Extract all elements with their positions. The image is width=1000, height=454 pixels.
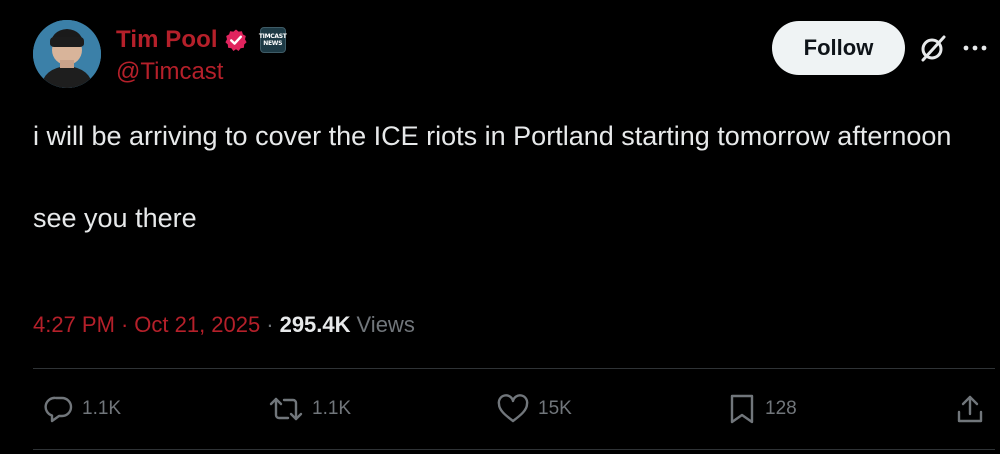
like-button[interactable]: 15K	[496, 391, 572, 427]
tweet-date[interactable]: Oct 21, 2025	[134, 312, 260, 338]
reply-button[interactable]: 1.1K	[44, 391, 121, 427]
more-icon[interactable]	[962, 44, 988, 52]
name-row: Tim Pool TIMCAST NEWS	[116, 24, 287, 56]
affiliate-badge-line2: NEWS	[263, 40, 283, 47]
avatar-image	[33, 20, 101, 88]
divider-top	[33, 368, 995, 369]
meta-separator-1: ·	[120, 312, 129, 337]
tweet-line-2: see you there	[33, 203, 197, 233]
tweet-card: Tim Pool TIMCAST NEWS @Timcast Follow i …	[0, 0, 1000, 454]
meta-separator-2: ·	[266, 312, 274, 337]
avatar[interactable]	[33, 20, 101, 88]
display-name[interactable]: Tim Pool	[116, 26, 218, 54]
like-count: 15K	[538, 398, 572, 419]
grok-icon[interactable]	[918, 33, 948, 63]
bookmark-button[interactable]: 128	[727, 391, 797, 427]
views-label: Views	[356, 312, 415, 337]
tweet-meta: 4:27 PM · Oct 21, 2025 · 295.4K Views	[33, 309, 415, 341]
follow-button[interactable]: Follow	[772, 21, 905, 75]
bookmark-icon	[730, 394, 754, 424]
share-icon	[957, 395, 983, 423]
heart-icon	[497, 394, 529, 423]
divider-bottom	[33, 449, 995, 450]
bookmark-count: 128	[765, 398, 797, 419]
repost-icon	[269, 397, 303, 421]
tweet-time[interactable]: 4:27 PM	[33, 312, 115, 338]
verified-badge-icon[interactable]	[224, 28, 248, 52]
tweet-text: i will be arriving to cover the ICE riot…	[33, 116, 963, 239]
repost-count: 1.1K	[312, 398, 352, 419]
affiliate-badge-line1: TIMCAST	[258, 33, 287, 40]
user-handle[interactable]: @Timcast	[116, 58, 223, 86]
repost-button[interactable]: 1.1K	[268, 391, 351, 427]
share-button[interactable]	[955, 391, 985, 427]
views-count: 295.4K	[279, 312, 351, 337]
tweet-line-1: i will be arriving to cover the ICE riot…	[33, 121, 952, 151]
affiliate-badge[interactable]: TIMCAST NEWS	[258, 27, 287, 53]
reply-count: 1.1K	[82, 398, 122, 419]
reply-icon	[44, 396, 73, 423]
